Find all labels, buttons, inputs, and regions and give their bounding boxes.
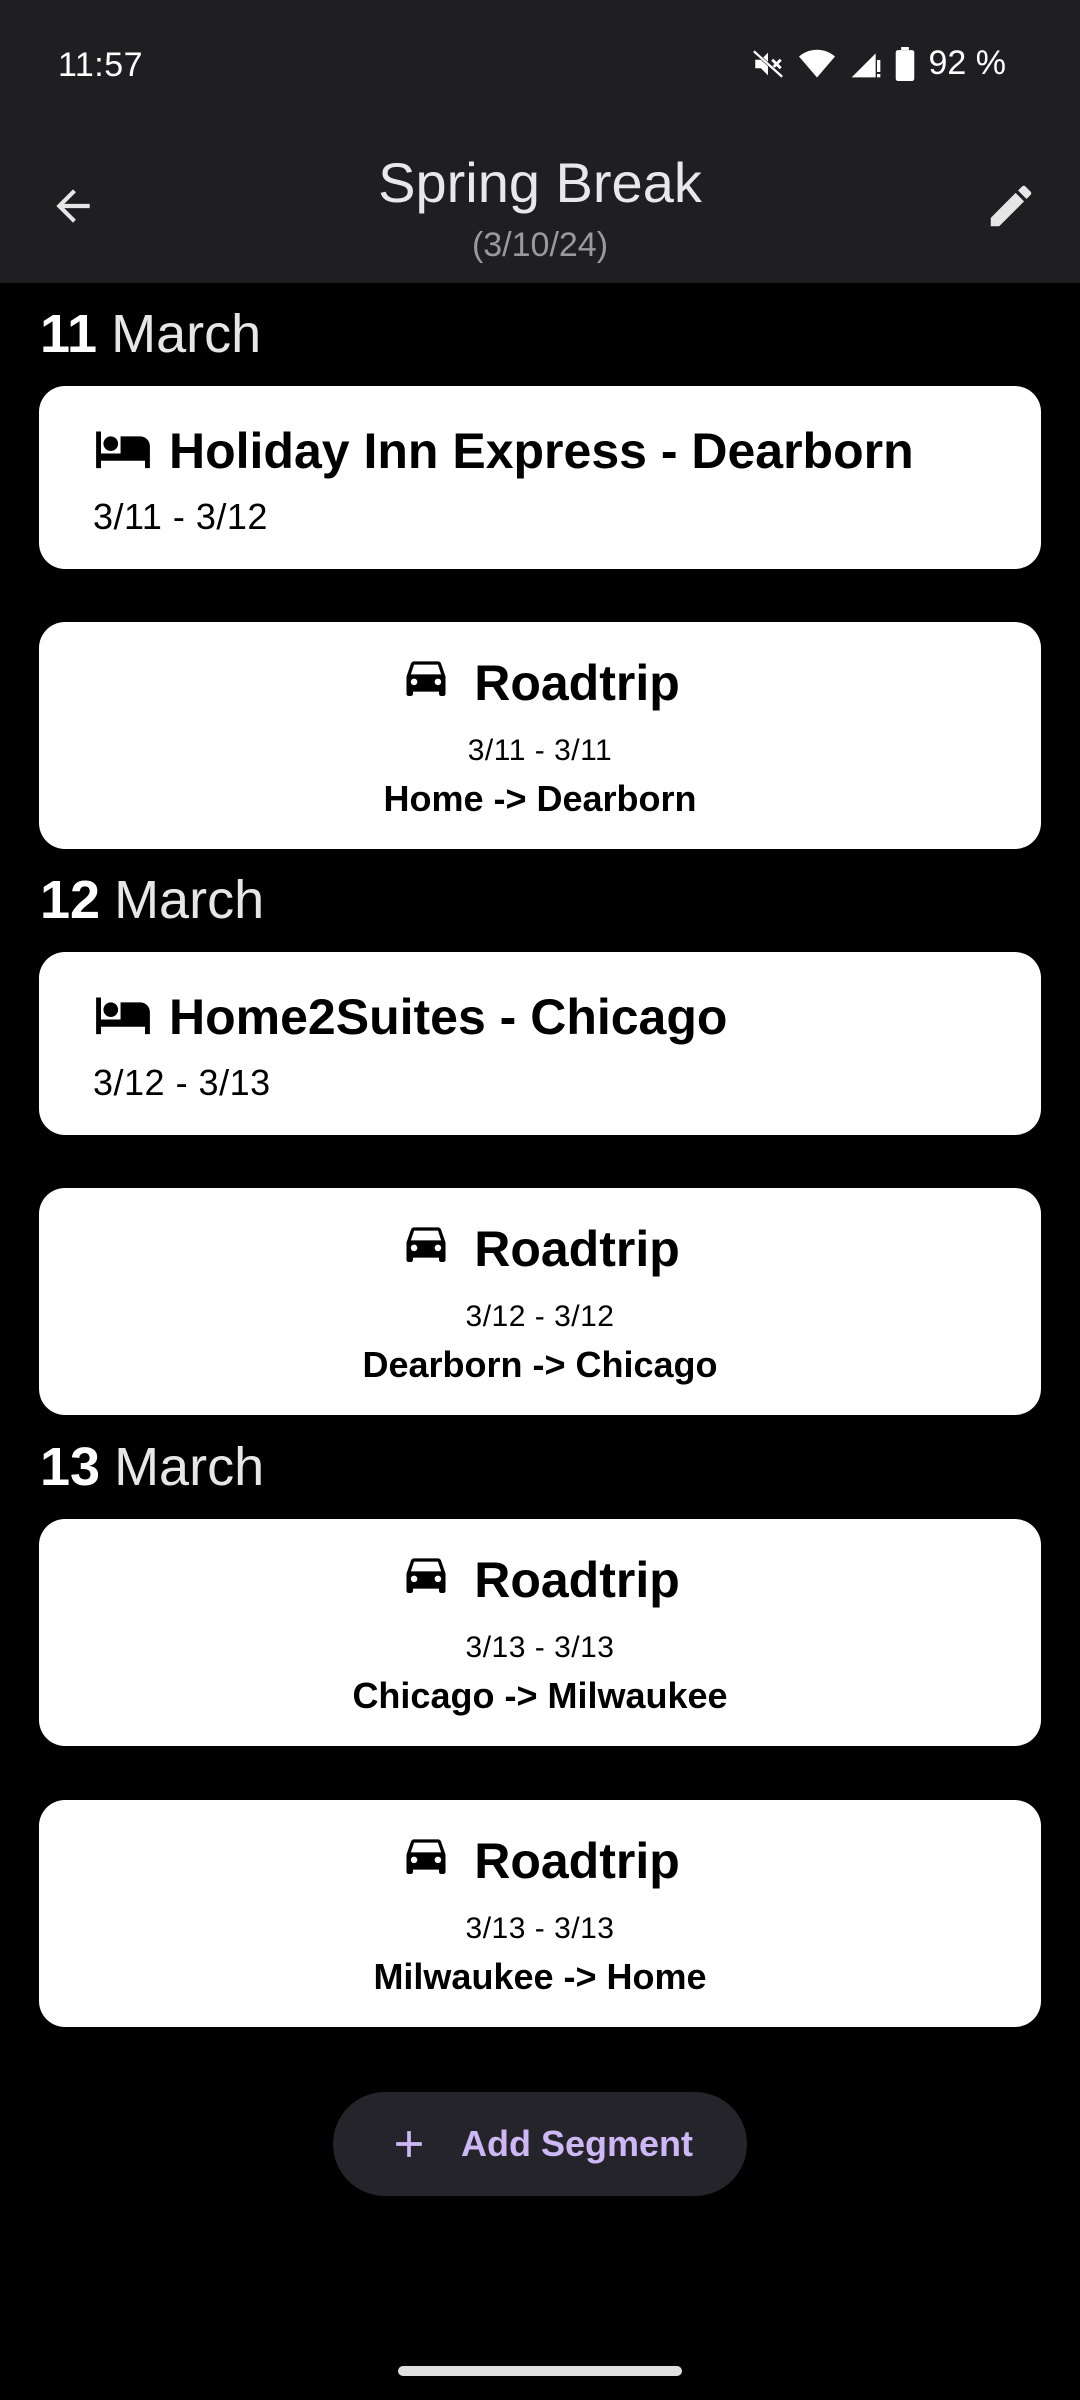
signal-icon xyxy=(849,48,881,80)
day-month: March xyxy=(114,1437,265,1497)
roadtrip-title: Roadtrip xyxy=(474,1552,680,1608)
lodging-title-row: Holiday Inn Express - Dearborn xyxy=(93,422,914,480)
page-subtitle: (3/10/24) xyxy=(471,226,609,264)
day-header: 12 March xyxy=(40,873,264,927)
roadtrip-route: Milwaukee -> Home xyxy=(373,1956,707,1997)
add-segment-button[interactable]: Add Segment xyxy=(333,2092,747,2196)
status-icons: 92 % xyxy=(751,44,1007,83)
roadtrip-title-row: Roadtrip xyxy=(39,1220,1041,1278)
lodging-dates: 3/11 - 3/12 xyxy=(93,496,268,537)
roadtrip-title-row: Roadtrip xyxy=(39,1832,1041,1890)
lodging-dates: 3/12 - 3/13 xyxy=(93,1062,271,1103)
roadtrip-route: Dearborn -> Chicago xyxy=(362,1344,718,1385)
roadtrip-title: Roadtrip xyxy=(474,655,680,711)
roadtrip-route: Chicago -> Milwaukee xyxy=(352,1675,728,1716)
roadtrip-dates: 3/13 - 3/13 xyxy=(465,1631,615,1664)
home-indicator[interactable] xyxy=(398,2366,682,2376)
bed-icon xyxy=(96,431,150,469)
mute-icon xyxy=(751,47,785,81)
car-icon xyxy=(406,1558,446,1593)
edit-button[interactable] xyxy=(978,173,1044,239)
day-month: March xyxy=(114,870,265,930)
battery-percent: 92 % xyxy=(928,44,1007,82)
day-number: 12 xyxy=(40,870,101,930)
day-number: 11 xyxy=(40,304,98,364)
car-icon xyxy=(406,1839,446,1874)
roadtrip-title-row: Roadtrip xyxy=(39,1551,1041,1609)
roadtrip-card[interactable]: Roadtrip 3/11 - 3/11 Home -> Dearborn xyxy=(39,622,1041,849)
roadtrip-dates: 3/12 - 3/12 xyxy=(465,1300,615,1333)
lodging-title-row: Home2Suites - Chicago xyxy=(93,988,727,1046)
roadtrip-card[interactable]: Roadtrip 3/13 - 3/13 Chicago -> Milwauke… xyxy=(39,1519,1041,1746)
roadtrip-title: Roadtrip xyxy=(474,1221,680,1277)
status-time: 11:57 xyxy=(58,46,144,84)
car-icon xyxy=(406,1227,446,1262)
battery-icon xyxy=(895,46,915,81)
roadtrip-card[interactable]: Roadtrip 3/12 - 3/12 Dearborn -> Chicago xyxy=(39,1188,1041,1415)
app-bar: Spring Break (3/10/24) xyxy=(0,130,1080,283)
page-title: Spring Break xyxy=(378,151,702,214)
status-bar: 11:57 92 % xyxy=(0,0,1080,130)
day-number: 13 xyxy=(40,1437,101,1497)
day-month: March xyxy=(111,304,262,364)
pencil-icon xyxy=(990,185,1032,227)
lodging-card[interactable]: Holiday Inn Express - Dearborn 3/11 - 3/… xyxy=(39,386,1041,569)
plus-icon xyxy=(396,2131,422,2157)
roadtrip-route: Home -> Dearborn xyxy=(383,778,697,819)
wifi-icon xyxy=(798,48,835,80)
add-segment-label: Add Segment xyxy=(460,2123,693,2164)
day-header: 13 March xyxy=(40,1440,264,1494)
day-header: 11 March xyxy=(40,307,261,361)
lodging-name: Home2Suites - Chicago xyxy=(169,989,728,1045)
roadtrip-card[interactable]: Roadtrip 3/13 - 3/13 Milwaukee -> Home xyxy=(39,1800,1041,2027)
roadtrip-dates: 3/11 - 3/11 xyxy=(467,734,613,767)
roadtrip-dates: 3/13 - 3/13 xyxy=(465,1912,615,1945)
lodging-card[interactable]: Home2Suites - Chicago 3/12 - 3/13 xyxy=(39,952,1041,1135)
roadtrip-title: Roadtrip xyxy=(474,1833,680,1889)
roadtrip-title-row: Roadtrip xyxy=(39,654,1041,712)
bed-icon xyxy=(96,997,150,1035)
car-icon xyxy=(406,661,446,696)
lodging-name: Holiday Inn Express - Dearborn xyxy=(169,423,914,479)
